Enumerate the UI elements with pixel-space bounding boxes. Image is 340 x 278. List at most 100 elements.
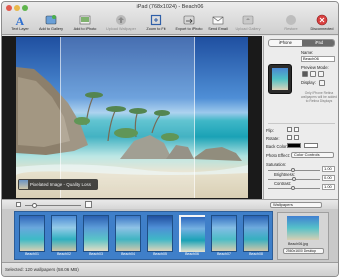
gallery-icon [45,15,57,25]
category-select[interactable]: Wallpapers [270,202,322,208]
filmstrip-thumb-image [244,216,268,251]
filmstrip-thumb[interactable] [179,215,205,252]
text-a-icon: A [16,14,25,26]
selected-preview-size[interactable]: 2560x1600 Desktop [283,248,324,254]
add-to-iphoto-button[interactable]: Add to iPhoto [68,14,102,31]
send-email-button[interactable]: Send Email [201,14,235,31]
large-thumbs-icon[interactable] [85,201,92,208]
badge-text: Pixelated Image - Quality Loss [30,182,92,187]
rotate-label: Rotate: [266,136,280,141]
crop-area[interactable] [60,37,195,198]
ipad-preview [268,64,292,94]
back-color-swatch[interactable] [287,143,301,148]
quality-warning-badge: Pixelated Image - Quality Loss [18,179,98,190]
saturation-value[interactable]: 1.00 [322,166,335,172]
properties-panel: iPhone iPad Name: Beach06 Preview Mode: … [263,36,338,199]
panel-divider [268,123,335,124]
upload-gallery-icon [242,15,254,25]
upload-gallery-label: Upload Gallery [235,27,261,31]
brightness-label: Brightness: [274,172,295,177]
tab-ipad[interactable]: iPad [302,40,334,46]
back-color-label: Back Color: [266,144,288,149]
status-bar: Selected: 120 wallpapers (58.06 MB) [2,262,338,276]
disconnected-icon [316,14,328,26]
selected-preview-image [287,216,319,240]
brightness-slider-knob[interactable] [292,177,296,181]
filmstrip-thumb-image [52,216,76,251]
filmstrip-thumb-label: Beach06 [185,252,199,256]
preview-mode-label: Preview Mode: [301,65,329,70]
disconnected-button[interactable]: Disconnected [305,14,338,31]
wallpaper-canvas[interactable] [16,37,248,198]
retina-note: Only iPhone Retina wallpapers will be ad… [301,91,337,104]
filmstrip-track[interactable]: Beach01 Beach02 Beach03 Beach04 Beach05 Beach… [14,211,273,260]
display-toggle[interactable] [319,80,325,86]
small-thumbs-icon[interactable] [16,202,21,207]
add-to-gallery-button[interactable]: Add to Gallery [34,14,68,31]
selected-preview: Beach06.jpg 2560x1600 Desktop [277,212,329,260]
badge-thumbnail [19,180,28,189]
status-text: Selected: 120 wallpapers (58.06 MB) [5,267,79,272]
contrast-value[interactable]: 1.00 [322,184,335,190]
filmstrip-thumb-image [148,216,172,251]
iphoto-icon [79,15,91,25]
filmstrip-thumb-image [20,216,44,251]
tab-iphone[interactable]: iPhone [269,40,302,46]
name-field[interactable]: Beach06 [301,56,335,62]
photo-effect-label: Photo Effect: [266,153,290,158]
filmstrip-thumb-label: Beach07 [217,252,231,256]
preview-mode-home-button[interactable] [302,71,308,77]
upload-gallery-button[interactable]: Upload Gallery [231,14,265,31]
filmstrip-thumb-image [212,216,236,251]
device-tabs: iPhone iPad [268,39,335,47]
photo-effect-select[interactable]: Color Controls [291,152,334,158]
restore-button[interactable]: Restore [274,14,308,31]
filmstrip-thumb-image [181,217,205,252]
filmstrip-thumb-label: Beach04 [121,252,135,256]
restore-icon [286,15,296,25]
send-email-label: Send Email [208,27,228,31]
app-window: iPad (768x1024) - Beach06 A Text Layer A… [1,1,339,277]
ipad-preview-screen [272,68,288,90]
image-stage: Pixelated Image - Quality Loss [2,36,262,199]
preview-mode-plain-button[interactable] [318,71,324,77]
export-icon [183,15,195,25]
flip-label: Flip: [266,128,274,133]
window-title: iPad (768x1024) - Beach06 [136,4,204,10]
filmstrip-thumb[interactable] [19,215,45,252]
filmstrip-thumb-label: Beach01 [25,252,39,256]
brightness-value[interactable]: 0.00 [322,175,335,181]
zoom-to-fit-label: Zoom to Fit [146,27,166,31]
text-layer-button[interactable]: A Text Layer [3,14,37,31]
upload-wallpaper-button[interactable]: Upload Wallpaper [104,14,138,31]
filmstrip-thumb[interactable] [243,215,269,252]
flip-vertical-button[interactable] [294,127,299,132]
filmstrip-thumb[interactable] [115,215,141,252]
flip-horizontal-button[interactable] [287,127,292,132]
svg-text:A: A [16,14,25,26]
toolbar: iPad (768x1024) - Beach06 A Text Layer A… [2,2,338,35]
contrast-slider-knob[interactable] [291,186,295,190]
text-layer-label: Text Layer [11,27,29,31]
filmstrip-thumb[interactable] [211,215,237,252]
add-to-iphoto-label: Add to iPhoto [73,27,97,31]
rotate-right-button[interactable] [294,135,299,140]
filmstrip-thumb[interactable] [83,215,109,252]
zoom-to-fit-button[interactable]: Zoom to Fit [139,14,173,31]
back-color-alt-swatch[interactable] [304,143,318,148]
filmstrip: Beach01 Beach02 Beach03 Beach04 Beach05 Beach… [2,209,338,262]
saturation-label: Saturation: [266,162,287,167]
filmstrip-thumb-label: Beach05 [153,252,167,256]
disconnected-label: Disconnected [310,27,334,31]
restore-label: Restore [284,27,298,31]
thumbnail-zoom-knob[interactable] [32,203,37,208]
preview-mode-lock-button[interactable] [310,71,316,77]
filmstrip-thumb-label: Beach08 [249,252,263,256]
selected-preview-name: Beach06.jpg [288,242,308,246]
filmstrip-thumb[interactable] [51,215,77,252]
filmstrip-thumb[interactable] [147,215,173,252]
name-label: Name: [301,50,314,55]
rotate-left-button[interactable] [287,135,292,140]
filmstrip-thumb-label: Beach02 [57,252,71,256]
filmstrip-controls: Wallpapers [2,199,338,209]
